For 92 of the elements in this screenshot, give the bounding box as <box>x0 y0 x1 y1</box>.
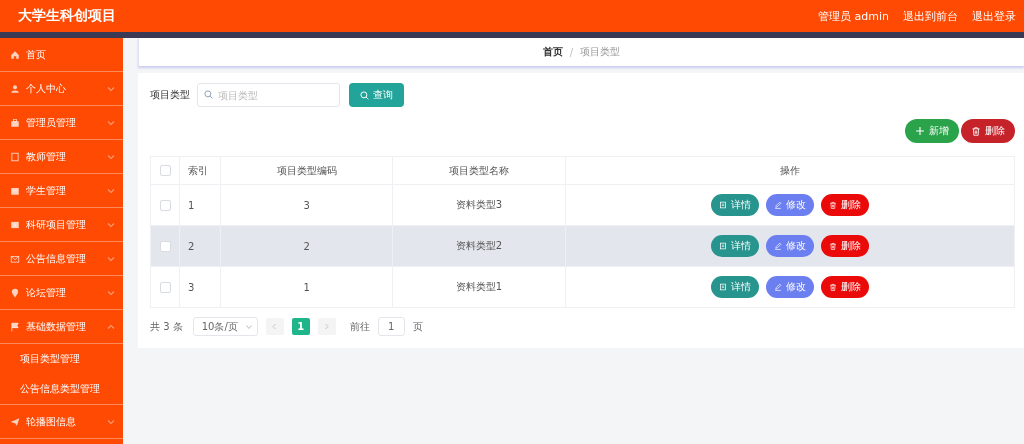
sidebar-item[interactable]: 公告信息管理 <box>0 242 123 276</box>
sidebar-item[interactable]: 论坛管理 <box>0 276 123 310</box>
page-size-select[interactable]: 10条/页 <box>192 317 258 336</box>
table-cell: 2 <box>303 240 310 252</box>
breadcrumb-item: 项目类型 <box>580 45 621 59</box>
row-checkbox[interactable] <box>159 240 171 252</box>
chevron-right-icon <box>323 323 331 330</box>
search-icon <box>360 90 369 100</box>
table-cell: 资料类型3 <box>455 199 503 210</box>
edit-button[interactable]: 修改 <box>765 235 814 257</box>
sidebar-item[interactable]: 学生管理 <box>0 174 123 208</box>
app-title: 大学生科创项目 <box>18 7 116 25</box>
table-cell: 3 <box>188 281 195 293</box>
details-button[interactable]: 详情 <box>710 235 759 257</box>
paper-plane-icon <box>10 416 20 427</box>
column-header: 项目类型编码 <box>276 164 337 176</box>
edit-button[interactable]: 修改 <box>765 194 814 216</box>
flag-icon <box>10 321 20 332</box>
add-button[interactable]: 新增 <box>905 119 959 143</box>
delete-button[interactable]: 删除 <box>820 194 869 216</box>
header-link[interactable]: 管理员 admin <box>818 8 889 24</box>
breadcrumb-item[interactable]: 首页 <box>542 45 563 59</box>
plus-icon <box>915 126 925 136</box>
sidebar-item[interactable]: 管理员管理 <box>0 106 123 140</box>
chevron-icon <box>107 84 115 93</box>
table-cell: 1 <box>188 199 195 211</box>
breadcrumb-separator: / <box>569 46 574 58</box>
search-label: 项目类型 <box>150 88 190 102</box>
table-cell: 资料类型2 <box>455 240 503 251</box>
table-cell: 1 <box>303 281 310 293</box>
header-link[interactable]: 退出登录 <box>972 8 1016 24</box>
briefcase-icon <box>10 117 20 128</box>
page-suffix: 页 <box>412 319 423 334</box>
sidebar-item[interactable]: 个人中心 <box>0 72 123 106</box>
column-header: 项目类型名称 <box>449 164 510 176</box>
goto-label: 前往 <box>349 319 370 334</box>
trash-icon <box>828 283 837 291</box>
total-count: 共 3 条 <box>150 319 183 334</box>
column-header: 操作 <box>779 164 800 176</box>
search-button[interactable]: 查询 <box>349 83 404 107</box>
sidebar-item[interactable]: 首页 <box>0 38 123 72</box>
table-cell: 资料类型1 <box>455 281 503 292</box>
delete-button[interactable]: 删除 <box>961 119 1015 143</box>
chevron-icon <box>107 322 115 331</box>
details-button[interactable]: 详情 <box>710 276 759 298</box>
film-icon <box>10 219 20 230</box>
sidebar-item[interactable]: 教师管理 <box>0 140 123 174</box>
sidebar-subitem[interactable]: 项目类型管理 <box>0 344 123 374</box>
chevron-icon <box>107 417 115 426</box>
sidebar-item[interactable]: 轮播图信息 <box>0 405 123 439</box>
document-icon <box>718 201 727 209</box>
location-pin-icon <box>10 287 20 298</box>
pencil-icon <box>773 283 782 291</box>
sidebar-item[interactable]: 科研项目管理 <box>0 208 123 242</box>
table-cell: 2 <box>188 240 195 252</box>
previous-page-button[interactable] <box>265 318 284 335</box>
next-page-button[interactable] <box>317 318 336 335</box>
row-checkbox[interactable] <box>159 199 171 211</box>
delete-button[interactable]: 删除 <box>820 276 869 298</box>
calendar-icon <box>10 185 20 196</box>
chevron-icon <box>107 186 115 195</box>
edit-button[interactable]: 修改 <box>765 276 814 298</box>
chevron-icon <box>107 288 115 297</box>
column-header: 索引 <box>188 164 208 176</box>
sidebar-item[interactable]: 基础数据管理 <box>0 310 123 344</box>
home-icon <box>10 49 20 60</box>
user-icon <box>10 83 20 94</box>
chevron-icon <box>107 152 115 161</box>
chevron-icon <box>107 220 115 229</box>
chevron-icon <box>245 323 252 330</box>
page-number-field[interactable]: 1 <box>377 317 405 336</box>
trash-icon <box>971 126 981 136</box>
pencil-icon <box>773 201 782 209</box>
chevron-icon <box>107 118 115 127</box>
row-checkbox[interactable] <box>159 281 171 293</box>
pencil-icon <box>773 242 782 250</box>
document-icon <box>718 242 727 250</box>
page-button[interactable]: 1 <box>291 318 310 335</box>
book-icon <box>10 151 20 162</box>
details-button[interactable]: 详情 <box>710 194 759 216</box>
chevron-icon <box>107 254 115 263</box>
mail-icon <box>10 253 20 264</box>
search-icon <box>204 90 213 99</box>
table-cell: 3 <box>303 199 310 211</box>
trash-icon <box>828 201 837 209</box>
sidebar-subitem[interactable]: 公告信息类型管理 <box>0 374 123 404</box>
document-icon <box>718 283 727 291</box>
header-link[interactable]: 退出到前台 <box>903 8 958 24</box>
select-all-checkbox[interactable] <box>159 165 171 177</box>
trash-icon <box>828 242 837 250</box>
chevron-left-icon <box>271 323 279 330</box>
delete-button[interactable]: 删除 <box>820 235 869 257</box>
